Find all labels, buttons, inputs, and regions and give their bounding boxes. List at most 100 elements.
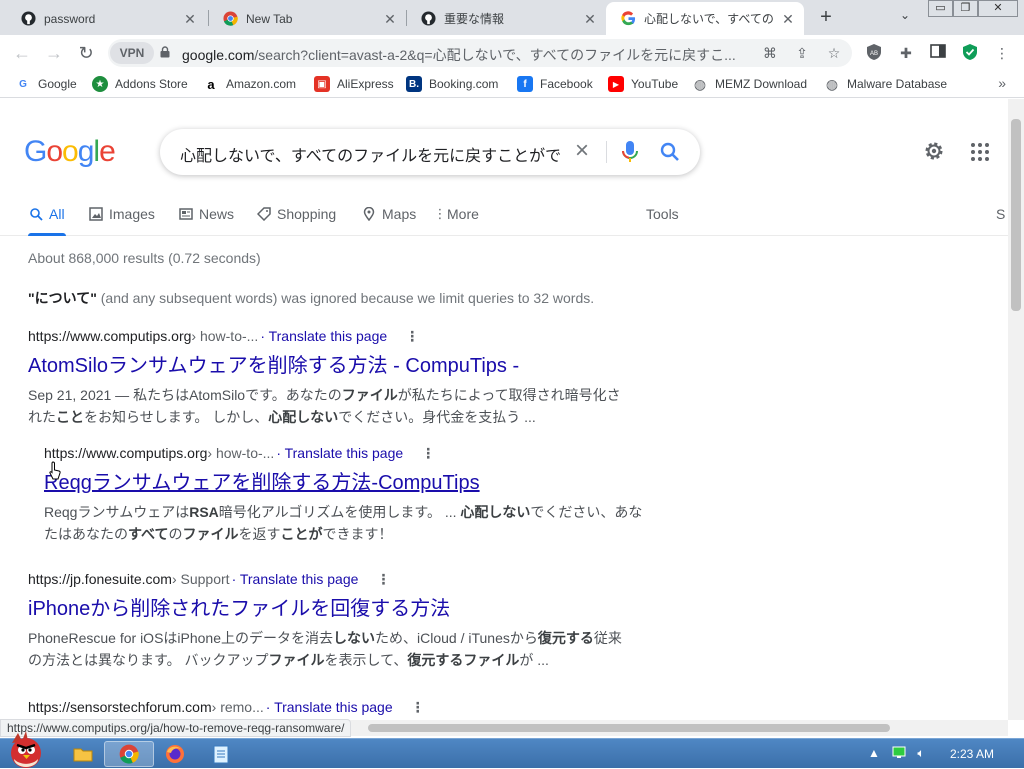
result-title-link[interactable]: iPhoneから削除されたファイルを回復する方法	[28, 597, 648, 621]
bookmark-facebook[interactable]: f Facebook	[517, 75, 593, 93]
chrome-icon	[222, 11, 238, 27]
taskbar-clock[interactable]: 2:23 AM	[950, 747, 994, 761]
more-vert-icon: ⋮	[433, 206, 447, 221]
scroll-thumb[interactable]	[368, 724, 890, 732]
more-vert-icon[interactable]: ⋮	[421, 445, 435, 462]
file-explorer-taskbar-button[interactable]	[58, 741, 108, 767]
globe-icon: ◍	[824, 75, 840, 92]
settings-gear-icon[interactable]	[922, 139, 946, 163]
notepad-taskbar-button[interactable]	[196, 741, 246, 767]
minimize-button[interactable]: ▭	[928, 0, 953, 17]
tab-password[interactable]: password ✕	[6, 2, 206, 35]
apps-grid-icon[interactable]	[971, 143, 989, 161]
chevron-down-icon[interactable]: ⌄	[896, 8, 914, 26]
translate-link[interactable]: · Translate this page	[266, 699, 393, 715]
google-icon: G	[15, 76, 31, 92]
firefox-taskbar-button[interactable]	[150, 741, 200, 767]
lock-icon[interactable]	[160, 46, 170, 58]
result-title-link[interactable]: Reqgランサムウェアを削除する方法-CompuTips	[44, 471, 664, 495]
translate-link[interactable]: · Translate this page	[276, 445, 403, 461]
browser-toolbar: ← → ↻ VPN google.com/search?client=avast…	[0, 35, 1024, 70]
tab-title: 重要な情報	[444, 12, 505, 26]
tray-overflow-icon[interactable]: ▲	[866, 745, 882, 761]
url-path: /search?client=avast-a-2&q=心配しないで、すべてのファ…	[254, 47, 736, 63]
bookmarks-overflow-icon[interactable]: »	[998, 75, 1006, 91]
restore-button[interactable]: ❐	[953, 0, 978, 17]
tab-images[interactable]: Images	[88, 204, 155, 224]
back-button[interactable]: ←	[9, 40, 35, 66]
search-box[interactable]: 心配しないで、すべてのファイルを元に戻すことがで ×	[160, 129, 700, 175]
translate-link[interactable]: · Translate this page	[260, 328, 387, 344]
tab-shopping[interactable]: Shopping	[256, 204, 336, 224]
result-title-link[interactable]: AtomSiloランサムウェアを削除する方法 - CompuTips -	[28, 354, 648, 378]
bookmark-amazon[interactable]: a Amazon.com	[203, 75, 296, 93]
bookmark-youtube[interactable]: ▶ YouTube	[608, 75, 678, 93]
network-icon[interactable]	[891, 745, 907, 761]
active-tab-indicator	[28, 233, 66, 236]
google-icon	[620, 11, 636, 27]
url-host: google.com	[182, 47, 255, 63]
search-input[interactable]: 心配しないで、すべてのファイルを元に戻すことがで	[180, 142, 564, 166]
tab-google-search[interactable]: 心配しないで、すべての ✕	[606, 2, 804, 35]
vertical-scrollbar[interactable]	[1008, 99, 1024, 720]
extensions-puzzle-icon[interactable]: ✚	[896, 43, 916, 63]
tab-title: New Tab	[246, 11, 293, 26]
bookmark-label: AliExpress	[337, 77, 394, 91]
tools-button[interactable]: Tools	[646, 204, 679, 224]
tab-strip: password ✕ New Tab ✕ 重要な情報 ✕ 心配しないで、すべての…	[0, 0, 1024, 35]
tab-label: Images	[109, 206, 155, 222]
safesearch-button[interactable]: S	[996, 204, 1005, 224]
tab-all[interactable]: All	[28, 204, 65, 224]
search-icon[interactable]	[658, 140, 682, 164]
bookmark-malware-database[interactable]: ◍ Malware Database	[824, 75, 947, 93]
scroll-thumb[interactable]	[1011, 119, 1021, 311]
address-bar[interactable]: VPN google.com/search?client=avast-a-2&q…	[108, 39, 852, 67]
result-host[interactable]: https://www.computips.org	[44, 445, 207, 461]
bookmark-google[interactable]: G Google	[15, 75, 77, 93]
more-vert-icon[interactable]: ⋮	[411, 699, 425, 716]
result-host[interactable]: https://www.computips.org	[28, 328, 191, 344]
tab-new-tab[interactable]: New Tab ✕	[208, 2, 406, 35]
translate-icon[interactable]: ⌘	[760, 43, 780, 63]
angry-bird-start-icon[interactable]	[4, 729, 48, 769]
adblock-icon[interactable]: AB	[864, 43, 884, 63]
result-host[interactable]: https://sensorstechforum.com	[28, 699, 212, 715]
result-cite: https://www.computips.org › how-to-... ·…	[44, 444, 664, 462]
new-tab-button[interactable]: +	[814, 6, 838, 30]
close-tab-icon[interactable]: ✕	[182, 11, 198, 27]
volume-icon[interactable]: 🔈︎	[913, 745, 929, 761]
clear-search-icon[interactable]: ×	[570, 139, 594, 164]
tab-maps[interactable]: Maps	[361, 204, 416, 224]
result-host[interactable]: https://jp.fonesuite.com	[28, 571, 172, 587]
tab-important-info[interactable]: 重要な情報 ✕	[406, 2, 606, 35]
bookmark-booking[interactable]: B. Booking.com	[406, 75, 498, 93]
url-text[interactable]: google.com/search?client=avast-a-2&q=心配し…	[182, 45, 742, 65]
more-vert-icon[interactable]: ⋮	[376, 571, 390, 588]
forward-button[interactable]: →	[41, 40, 67, 66]
more-vert-icon[interactable]: ⋮	[405, 328, 419, 345]
close-tab-icon[interactable]: ✕	[382, 11, 398, 27]
side-panel-icon[interactable]	[928, 43, 948, 63]
translate-link[interactable]: · Translate this page	[232, 571, 359, 587]
tag-icon	[256, 206, 272, 222]
reload-button[interactable]: ↻	[73, 40, 99, 66]
bookmark-memz-download[interactable]: ◍ MEMZ Download	[692, 75, 807, 93]
youtube-icon: ▶	[608, 76, 624, 92]
close-window-button[interactable]: ✕	[978, 0, 1018, 17]
share-icon[interactable]: ⇪	[792, 43, 812, 63]
vpn-badge[interactable]: VPN	[110, 42, 154, 64]
tab-more[interactable]: ⋮ More	[433, 204, 479, 224]
bookmark-addons-store[interactable]: ★ Addons Store	[92, 75, 188, 93]
result-snippet: PhoneRescue for iOSはiPhone上のデータを消去しないため、…	[28, 630, 622, 668]
menu-kebab-icon[interactable]: ⋮	[992, 43, 1012, 63]
tab-label: Maps	[382, 206, 417, 222]
tab-news[interactable]: News	[178, 204, 234, 224]
close-tab-icon[interactable]: ✕	[780, 11, 796, 27]
bookmark-star-icon[interactable]: ☆	[824, 43, 844, 63]
shield-icon[interactable]	[960, 43, 980, 63]
google-logo[interactable]: Google	[24, 135, 116, 169]
close-tab-icon[interactable]: ✕	[582, 11, 598, 27]
bookmark-aliexpress[interactable]: ▣ AliExpress	[314, 75, 394, 93]
chrome-taskbar-button[interactable]	[104, 741, 154, 767]
microphone-icon[interactable]	[620, 140, 640, 164]
